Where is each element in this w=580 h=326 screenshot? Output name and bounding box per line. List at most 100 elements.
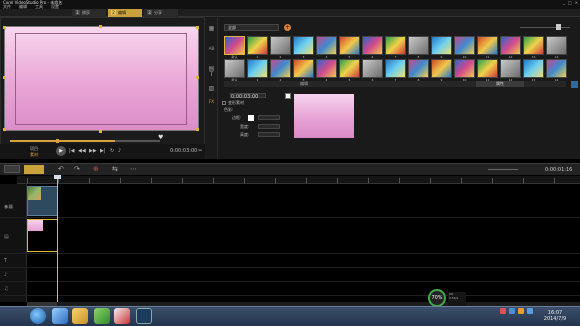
record-icon[interactable]: ⊕ (93, 165, 99, 173)
forward-icon[interactable]: ▶▶ (89, 148, 97, 154)
repeat-icon[interactable]: ↻ (110, 148, 114, 154)
step-capture[interactable]: 1 捕获 (72, 9, 106, 17)
timeline-ruler[interactable] (17, 176, 580, 184)
filter-thumbnail[interactable] (224, 59, 245, 78)
app-icon[interactable] (114, 308, 130, 324)
resize-handle[interactable] (3, 26, 6, 29)
timeline-zoom-slider[interactable] (488, 169, 518, 170)
transition-icon[interactable]: AB (208, 45, 215, 52)
trim-marker-in[interactable] (56, 139, 59, 143)
network-icon[interactable] (500, 308, 506, 314)
filter-thumbnail[interactable] (477, 59, 498, 78)
filter-thumbnail[interactable] (523, 59, 544, 78)
explorer-icon[interactable] (72, 308, 88, 324)
rewind-icon[interactable]: ◀◀ (78, 148, 86, 154)
music-track-icon[interactable]: ♫ (4, 286, 8, 292)
filter-icon[interactable]: FX (208, 98, 215, 105)
playhead-handle[interactable] (54, 175, 61, 179)
split-icon[interactable]: ✂ (198, 148, 202, 154)
color-swatch[interactable] (285, 93, 291, 99)
flag-icon[interactable] (518, 308, 524, 314)
filter-thumbnail[interactable] (431, 36, 452, 55)
media-icon[interactable]: ▦ (208, 25, 215, 32)
thumbnail-zoom-knob[interactable] (556, 24, 561, 30)
mix-icon[interactable]: ⇆ (112, 165, 118, 173)
graphic-icon[interactable]: ▧ (208, 85, 215, 92)
cpu-usage-gauge[interactable]: 70% (428, 289, 446, 307)
tab-edit[interactable]: 编辑 (300, 81, 308, 87)
timeline-timecode[interactable]: 0:00:01:16 (545, 167, 572, 173)
filter-thumbnail[interactable] (339, 36, 360, 55)
filter-thumbnail[interactable] (385, 59, 406, 78)
preview-canvas[interactable] (4, 26, 199, 131)
playhead[interactable] (57, 176, 58, 302)
filter-thumbnail[interactable] (247, 59, 268, 78)
filter-thumbnail[interactable] (454, 59, 475, 78)
more-icon[interactable]: ⋯ (130, 165, 137, 173)
filter-thumbnail[interactable] (293, 36, 314, 55)
filter-thumbnail[interactable] (431, 59, 452, 78)
filter-thumbnail[interactable] (454, 36, 475, 55)
volume-icon[interactable] (509, 308, 515, 314)
filter-thumbnail[interactable] (477, 36, 498, 55)
filter-thumbnail[interactable] (316, 59, 337, 78)
play-button[interactable]: ▶ (56, 146, 66, 156)
timeline-view-button[interactable] (24, 165, 44, 174)
ie-icon[interactable] (52, 308, 68, 324)
border-color-swatch[interactable] (248, 115, 254, 121)
library-dropdown[interactable]: 全部 (224, 24, 279, 31)
add-icon[interactable]: + (284, 24, 291, 31)
resize-handle[interactable] (3, 128, 6, 131)
overlay-track-icon[interactable]: ▤ (4, 234, 9, 240)
text-icon[interactable]: T (208, 71, 215, 78)
resize-handle[interactable] (99, 130, 102, 133)
filter-thumbnail[interactable] (385, 36, 406, 55)
start-button[interactable] (30, 308, 46, 324)
step-edit[interactable]: 2 编辑 (108, 9, 142, 17)
volume-icon[interactable]: ♪ (118, 148, 121, 154)
filter-thumbnail[interactable] (500, 59, 521, 78)
filter-thumbnail[interactable] (339, 59, 360, 78)
clip-mode-label[interactable]: 素材 (30, 152, 38, 158)
marker-icon[interactable]: ♥ (158, 134, 163, 141)
end-icon[interactable]: ▶| (100, 148, 106, 154)
filter-thumbnail[interactable] (546, 59, 567, 78)
browser-icon[interactable] (94, 308, 110, 324)
title-track-icon[interactable]: T (4, 258, 7, 264)
home-icon[interactable]: |◀ (69, 148, 75, 154)
filter-thumbnail[interactable] (362, 59, 383, 78)
filter-thumbnail[interactable] (270, 36, 291, 55)
resize-handle[interactable] (196, 26, 199, 29)
duration-field[interactable]: 0:00:03:00 (230, 93, 266, 100)
tray-app-icon[interactable] (527, 308, 533, 314)
filter-thumbnail[interactable] (293, 59, 314, 78)
filter-thumbnail[interactable] (408, 59, 429, 78)
thumbnail-zoom-slider[interactable] (520, 27, 570, 28)
morph-checkbox[interactable] (222, 101, 226, 105)
filter-thumbnail[interactable] (500, 36, 521, 55)
tab-attributes[interactable]: 属性 (476, 81, 524, 87)
undo-icon[interactable]: ↶ (58, 165, 64, 173)
filter-thumbnail[interactable] (247, 36, 268, 55)
timecode-display[interactable]: 0:00:03:00 (170, 148, 197, 154)
video-track-icon[interactable]: ◉▦ (4, 204, 13, 210)
filter-thumbnail[interactable] (270, 59, 291, 78)
library-toggle-button[interactable] (571, 81, 578, 88)
taskbar-clock[interactable]: 16:07 2014/7/9 (535, 310, 575, 322)
filter-thumbnail[interactable] (224, 36, 245, 55)
filter-thumbnail[interactable] (362, 36, 383, 55)
resize-handle[interactable] (196, 76, 199, 79)
storyboard-view-button[interactable] (4, 165, 20, 173)
height-field[interactable] (258, 132, 280, 137)
border-field[interactable] (258, 115, 280, 120)
voice-track-icon[interactable]: ♪ (4, 272, 7, 278)
filter-thumbnail[interactable] (523, 36, 544, 55)
filter-thumbnail[interactable] (546, 36, 567, 55)
filter-thumbnail[interactable] (408, 36, 429, 55)
resize-handle[interactable] (99, 25, 102, 28)
step-share[interactable]: 3 分享 (144, 9, 178, 17)
resize-handle[interactable] (3, 76, 6, 79)
filter-thumbnail[interactable] (316, 36, 337, 55)
redo-icon[interactable]: ↷ (74, 165, 80, 173)
videostudio-icon[interactable] (136, 308, 152, 324)
